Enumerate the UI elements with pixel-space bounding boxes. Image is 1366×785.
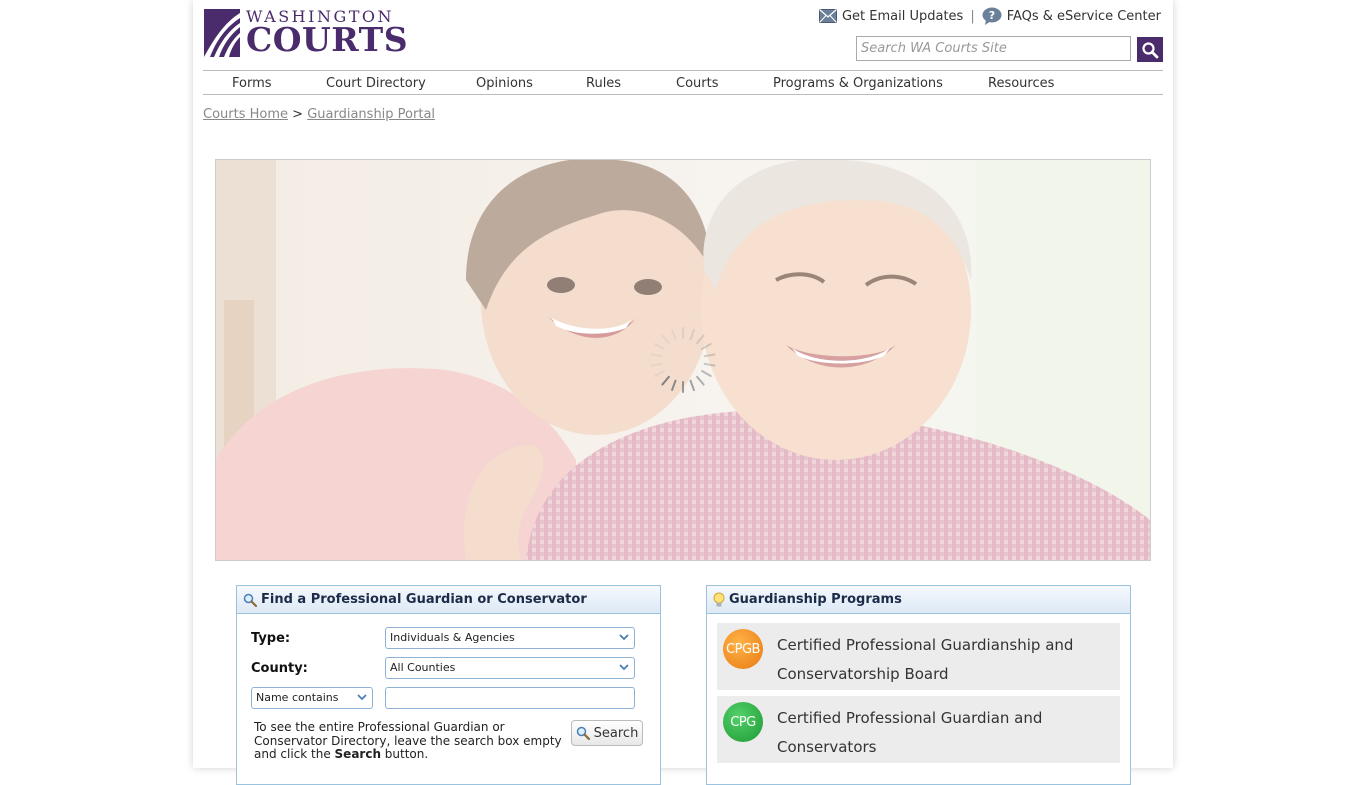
utility-links: Get Email Updates | ? FAQs & eService Ce… (818, 7, 1161, 25)
nav-item-courts[interactable]: Courts (676, 76, 719, 91)
name-search-input[interactable] (385, 687, 635, 709)
type-label: Type: (251, 631, 291, 646)
find-guardian-panel: Find a Professional Guardian or Conserva… (236, 585, 661, 785)
courts-emblem-icon (204, 9, 240, 57)
svg-text:?: ? (989, 9, 995, 22)
guardianship-programs-panel-header: Guardianship Programs (707, 586, 1130, 614)
faqs-eservice-link[interactable]: FAQs & eService Center (1007, 9, 1161, 24)
get-email-updates-link[interactable]: Get Email Updates (842, 9, 963, 24)
washington-courts-logo[interactable]: WASHINGTON COURTS (204, 7, 408, 59)
lightbulb-icon (713, 592, 725, 606)
magnifier-icon (576, 726, 590, 740)
breadcrumb: Courts Home > Guardianship Portal (203, 107, 435, 122)
type-select-value: Individuals & Agencies (390, 631, 515, 644)
cpgb-badge-icon: CPGB (723, 629, 763, 669)
hero-illustration (216, 160, 1150, 560)
nav-item-opinions[interactable]: Opinions (476, 76, 533, 91)
chevron-down-icon (619, 634, 629, 641)
logo-text-courts: COURTS (246, 20, 409, 59)
find-guardian-panel-title: Find a Professional Guardian or Conserva… (261, 592, 587, 607)
type-select[interactable]: Individuals & Agencies (385, 627, 635, 649)
breadcrumb-courts-home[interactable]: Courts Home (203, 107, 288, 122)
nav-item-resources[interactable]: Resources (988, 76, 1054, 91)
nav-item-forms[interactable]: Forms (232, 76, 272, 91)
magnifier-icon (243, 593, 257, 607)
program-item-cpgb[interactable]: CPGB Certified Professional Guardianship… (717, 623, 1120, 690)
find-guardian-panel-header: Find a Professional Guardian or Conserva… (237, 586, 660, 614)
guardianship-programs-panel-title: Guardianship Programs (729, 592, 902, 607)
nav-item-rules[interactable]: Rules (586, 76, 621, 91)
page-container: WASHINGTON COURTS Get Email Updates | ? … (193, 0, 1173, 785)
help-question-icon: ? (982, 7, 1002, 25)
utility-separator: | (970, 8, 975, 24)
note-text-end: button. (380, 747, 429, 761)
hero-photo-elderly-couple (215, 159, 1151, 561)
guardian-search-button-label: Search (593, 725, 639, 741)
nav-item-programs-organizations[interactable]: Programs & Organizations (773, 76, 943, 91)
nav-item-court-directory[interactable]: Court Directory (326, 76, 426, 91)
directory-search-note: To see the entire Professional Guardian … (254, 720, 566, 762)
name-filter-select[interactable]: Name contains (251, 687, 373, 709)
site-search-button[interactable] (1137, 37, 1163, 62)
county-label: County: (251, 661, 308, 676)
magnifier-icon (1142, 41, 1159, 58)
chevron-down-icon (619, 664, 629, 671)
program-item-cpg[interactable]: CPG Certified Professional Guardian and … (717, 696, 1120, 763)
note-text-bold: Search (334, 747, 381, 761)
main-navigation: Forms Court Directory Opinions Rules Cou… (203, 70, 1163, 95)
breadcrumb-separator: > (292, 107, 304, 122)
breadcrumb-guardianship-portal[interactable]: Guardianship Portal (307, 107, 435, 122)
name-filter-value: Name contains (256, 691, 339, 704)
program-item-cpgb-label: Certified Professional Guardianship and … (777, 636, 1074, 683)
guardian-search-button[interactable]: Search (571, 720, 643, 746)
program-item-cpg-label: Certified Professional Guardian and Cons… (777, 709, 1043, 756)
county-select-value: All Counties (390, 661, 456, 674)
site-search-input[interactable] (856, 36, 1131, 61)
chevron-down-icon (357, 694, 367, 701)
guardianship-programs-panel: Guardianship Programs CPGB Certified Pro… (706, 585, 1131, 785)
county-select[interactable]: All Counties (385, 657, 635, 679)
cpg-badge-icon: CPG (723, 702, 763, 742)
email-icon (818, 9, 837, 23)
